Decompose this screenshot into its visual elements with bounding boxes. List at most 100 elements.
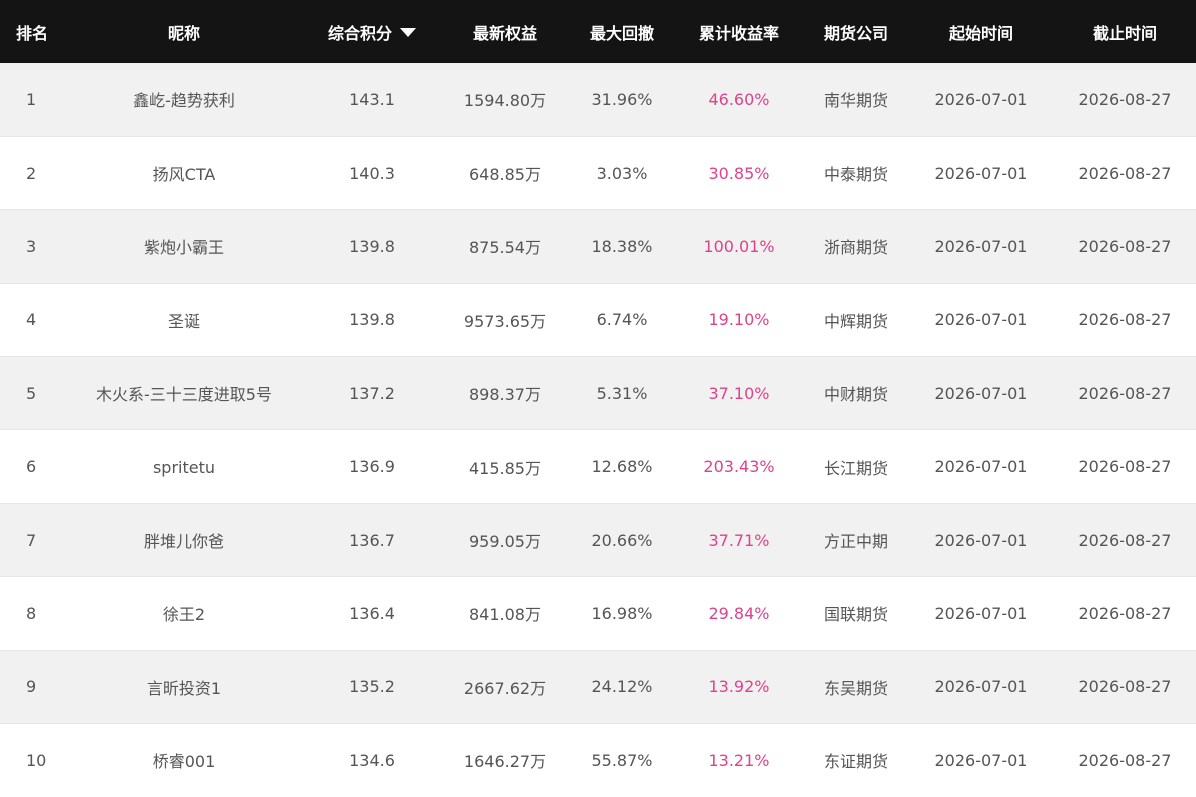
- header-row: 排名 昵称 综合积分 最新权益 最大回撤 累计收益率 期货公司 起始时间 截止时…: [0, 0, 1196, 63]
- ranking-table: 排名 昵称 综合积分 最新权益 最大回撤 累计收益率 期货公司 起始时间 截止时…: [0, 0, 1196, 797]
- cell-equity: 875.54万: [440, 209, 570, 284]
- cell-drawdown: 20.66%: [570, 502, 674, 577]
- cell-drawdown: 12.68%: [570, 429, 674, 504]
- cell-return: 13.21%: [674, 723, 804, 797]
- cell-end: 2026-08-27: [1054, 429, 1196, 504]
- nickname-text: 圣诞: [167, 311, 200, 331]
- cell-broker: 中辉期货: [804, 282, 908, 357]
- header-broker[interactable]: 期货公司: [804, 0, 908, 63]
- header-end[interactable]: 截止时间: [1054, 0, 1196, 63]
- cell-nickname: 徐王2: [64, 576, 304, 651]
- cell-broker: 南华期货: [823, 91, 888, 111]
- cell-broker: 东吴期货: [804, 649, 908, 724]
- cell-start: 2026-07-01: [908, 429, 1054, 504]
- nickname-text: 桥睿001: [152, 752, 216, 772]
- cell-score: 135.2: [304, 649, 440, 724]
- cell-equity: 1594.80万: [463, 91, 547, 111]
- header-start[interactable]: 起始时间: [908, 0, 1054, 63]
- cell-broker: 长江期货: [804, 429, 908, 504]
- cell-end: 2026-08-27: [1054, 209, 1196, 284]
- cell-drawdown: 3.03%: [570, 135, 674, 210]
- table-row[interactable]: 5 木火系-三十三度进取5号 137.2 898.37万 5.31% 37.10% 中财期货…: [0, 356, 1196, 430]
- header-return[interactable]: 累计收益率: [674, 0, 804, 63]
- cell-broker: 浙商期货: [804, 209, 908, 284]
- table-row[interactable]: 10 桥睿001 134.6 1646.27万 55.87% 13.21% 东证期货 2026…: [0, 723, 1196, 797]
- table-row[interactable]: 2 扬风CTA 140.3 648.85万 3.03% 30.85% 中泰期货 2026-07…: [0, 135, 1196, 210]
- cell-equity: 648.85万: [440, 135, 570, 210]
- cell-rank: 8: [0, 576, 64, 651]
- cell-rank: 5: [0, 356, 64, 430]
- nickname-text: 徐王2: [162, 605, 206, 625]
- cell-equity: 2667.62万: [440, 649, 570, 724]
- cell-nickname: 鑫屹-趋势获利: [64, 63, 304, 136]
- ranking-table-container: 排名 昵称 综合积分 最新权益 最大回撤 累计收益率 期货公司 起始时间 截止时…: [0, 0, 1196, 797]
- cell-end: 2026-08-27: [1054, 649, 1196, 724]
- table-row[interactable]: 3 紫炮小霸王 139.8 875.54万 18.38% 100.01% 浙商期货 2026-…: [0, 209, 1196, 284]
- nickname-text: 扬风CTA: [152, 165, 216, 185]
- caret-down-icon[interactable]: [400, 27, 416, 37]
- cell-broker: 中财期货: [804, 356, 908, 430]
- nickname-text: 胖堆儿你爸: [143, 532, 224, 552]
- cell-equity: 9573.65万: [440, 282, 570, 357]
- cell-end: 2026-08-27: [1054, 723, 1196, 797]
- cell-rank: 2: [0, 135, 64, 210]
- header-equity[interactable]: 最新权益: [440, 0, 570, 63]
- cell-drawdown: 18.38%: [570, 209, 674, 284]
- cell-end: 2026-08-27: [1078, 89, 1172, 109]
- table-row[interactable]: 1 鑫屹-趋势获利 143.1 1594.80万 31.96% 46.60% 南华期货 202…: [0, 63, 1196, 137]
- cell-end: 2026-08-27: [1054, 576, 1196, 651]
- nickname-text: spritetu: [152, 457, 216, 477]
- cell-return: 46.60%: [708, 89, 770, 109]
- cell-equity: 898.37万: [440, 356, 570, 430]
- header-score-label: 综合积分: [327, 23, 392, 43]
- cell-rank: 3: [0, 209, 64, 284]
- cell-score: 140.3: [304, 135, 440, 210]
- header-drawdown[interactable]: 最大回撤: [570, 0, 674, 63]
- cell-nickname: 胖堆儿你爸: [64, 502, 304, 577]
- cell-end: 2026-08-27: [1054, 135, 1196, 210]
- cell-start: 2026-07-01: [908, 576, 1054, 651]
- cell-broker: 中泰期货: [804, 135, 908, 210]
- cell-return: 30.85%: [674, 135, 804, 210]
- cell-return: 29.84%: [674, 576, 804, 651]
- cell-drawdown: 55.87%: [570, 723, 674, 797]
- cell-start: 2026-07-01: [908, 649, 1054, 724]
- header-score[interactable]: 综合积分: [304, 0, 440, 63]
- cell-score: 136.9: [304, 429, 440, 504]
- table-row[interactable]: 6 spritetu 136.9 415.85万 12.68% 203.43% 长江期货 20…: [0, 429, 1196, 504]
- table-row[interactable]: 4 圣诞 139.8 9573.65万 6.74% 19.10% 中辉期货 2026-07-0…: [0, 282, 1196, 357]
- cell-score: 136.4: [304, 576, 440, 651]
- cell-nickname: 言昕投资1: [64, 649, 304, 724]
- cell-score: 137.2: [304, 356, 440, 430]
- cell-end: 2026-08-27: [1054, 282, 1196, 357]
- cell-drawdown: 16.98%: [570, 576, 674, 651]
- cell-start: 2026-07-01: [934, 89, 1028, 109]
- table-row[interactable]: 8 徐王2 136.4 841.08万 16.98% 29.84% 国联期货 2026-07-…: [0, 576, 1196, 651]
- header-nickname[interactable]: 昵称: [64, 0, 304, 63]
- nickname-text: 紫炮小霸王: [143, 238, 224, 258]
- header-rank[interactable]: 排名: [0, 0, 64, 63]
- nickname-text: 言昕投资1: [146, 678, 222, 698]
- cell-nickname: 扬风CTA: [64, 135, 304, 210]
- cell-drawdown: 6.74%: [570, 282, 674, 357]
- cell-rank: 1: [26, 89, 37, 109]
- cell-broker: 国联期货: [804, 576, 908, 651]
- table-row[interactable]: 7 胖堆儿你爸 136.7 959.05万 20.66% 37.71% 方正中期 2026-0…: [0, 502, 1196, 577]
- cell-nickname: spritetu: [64, 429, 304, 504]
- cell-score: 139.8: [304, 282, 440, 357]
- cell-nickname: 木火系-三十三度进取5号: [64, 356, 304, 430]
- cell-return: 19.10%: [674, 282, 804, 357]
- table-body: 1 鑫屹-趋势获利 143.1 1594.80万 31.96% 46.60% 南华期货 202…: [0, 63, 1196, 797]
- cell-drawdown: 5.31%: [570, 356, 674, 430]
- cell-drawdown: 31.96%: [591, 89, 653, 109]
- cell-equity: 959.05万: [440, 502, 570, 577]
- cell-rank: 6: [0, 429, 64, 504]
- cell-score: 136.7: [304, 502, 440, 577]
- cell-start: 2026-07-01: [908, 209, 1054, 284]
- cell-rank: 10: [0, 723, 64, 797]
- table-row[interactable]: 9 言昕投资1 135.2 2667.62万 24.12% 13.92% 东吴期货 2026-…: [0, 649, 1196, 724]
- table-header: 排名 昵称 综合积分 最新权益 最大回撤 累计收益率 期货公司 起始时间 截止时…: [0, 0, 1196, 63]
- cell-nickname: 桥睿001: [64, 723, 304, 797]
- cell-rank: 9: [0, 649, 64, 724]
- cell-return: 13.92%: [674, 649, 804, 724]
